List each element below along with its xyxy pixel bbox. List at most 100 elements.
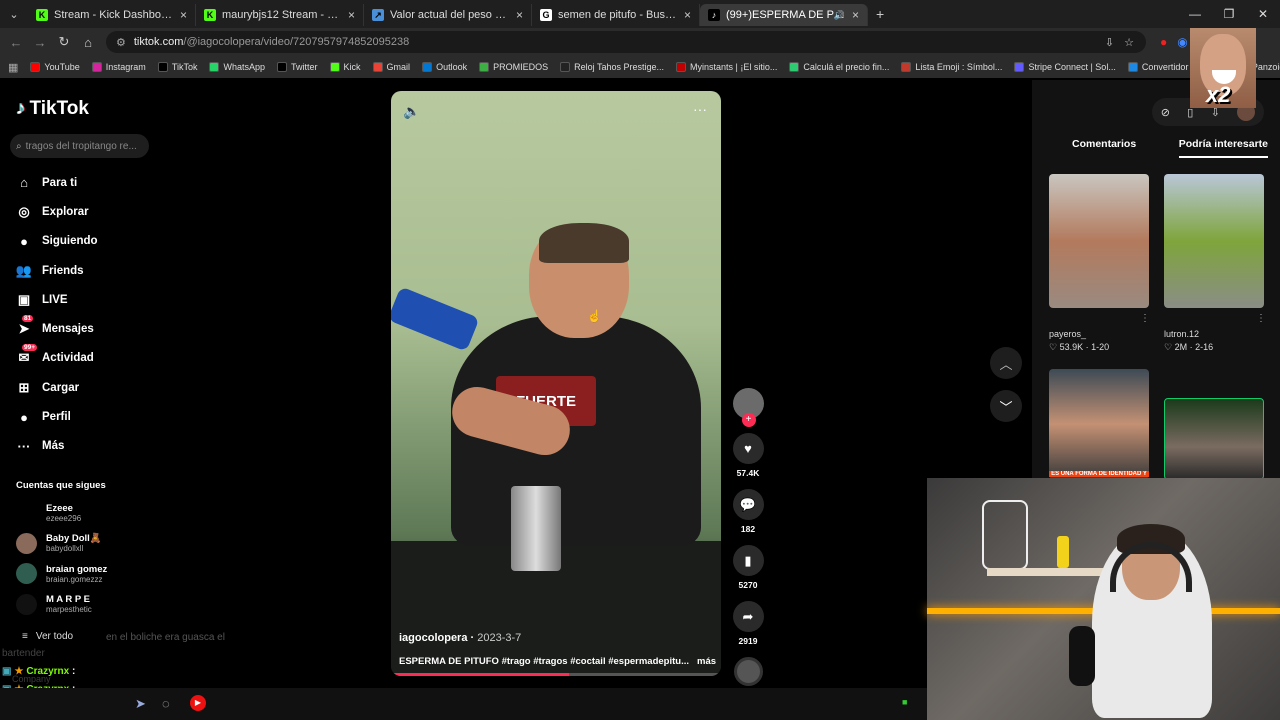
browser-tab[interactable]: Kmaurybjs12 Stream - Watch Live × — [196, 4, 364, 26]
more-link[interactable]: más — [697, 656, 716, 667]
bookmark-item[interactable]: Instagram — [91, 62, 146, 72]
author-avatar[interactable]: + — [732, 388, 764, 427]
extension-blue-icon[interactable]: ◉ — [1177, 35, 1187, 50]
home-button[interactable]: ⌂ — [76, 35, 100, 50]
apps-grid-icon[interactable]: ▦ — [8, 61, 18, 74]
bookmark-item[interactable]: Outlook — [422, 62, 467, 72]
close-window-button[interactable]: ✕ — [1246, 7, 1280, 21]
bookmark-favicon-icon — [422, 62, 433, 72]
bookmark-item[interactable]: Stripe Connect | Sol... — [1014, 62, 1116, 72]
tab-suggested[interactable]: Podría interesarte — [1178, 138, 1268, 158]
bookmark-item[interactable]: Lista Emoji : Símbol... — [901, 62, 1002, 72]
nav-item[interactable]: ➤ 81 Mensajes — [16, 314, 98, 343]
forward-button[interactable]: → — [28, 35, 52, 50]
nav-item[interactable]: 👥 Friends — [16, 256, 98, 285]
previous-video-button[interactable]: ︿ — [990, 347, 1022, 379]
bookmark-item[interactable]: Reloj Tahos Prestige... — [560, 62, 664, 72]
browser-tab[interactable]: Gsemen de pitufo - Buscar con G × — [532, 4, 700, 26]
tab-close-icon[interactable]: × — [684, 8, 691, 22]
nav-label: LIVE — [42, 293, 68, 306]
like-button[interactable]: ♥ — [732, 433, 764, 464]
tiktok-logo[interactable]: ♪ TikTok — [16, 98, 89, 120]
bookmark-item[interactable]: WhatsApp — [209, 62, 265, 72]
bookmark-item[interactable]: Calculá el precio fin... — [789, 62, 889, 72]
followed-account[interactable]: M A R P Emarpesthetic — [16, 593, 92, 615]
next-video-button[interactable]: ﹀ — [990, 390, 1022, 422]
bookmark-item[interactable]: Twitter — [277, 62, 318, 72]
tab-close-icon[interactable]: × — [852, 8, 859, 22]
reload-button[interactable]: ↻ — [52, 34, 76, 50]
search-input[interactable]: ⌕ tragos del tropitango re... — [10, 134, 149, 158]
tab-comments[interactable]: Comentarios — [1072, 138, 1136, 158]
bookmark-item[interactable]: YouTube — [30, 62, 80, 72]
video-player[interactable]: FUERTE 🔈 ··· ☝ iagocolopera · 2023-3-7 E… — [391, 91, 721, 676]
tab-close-icon[interactable]: × — [516, 8, 523, 22]
following-avatar-icon: ● — [20, 233, 28, 249]
volume-icon[interactable]: 🔈 — [403, 103, 420, 120]
bookmark-item[interactable]: TikTok — [157, 62, 197, 72]
video-author[interactable]: iagocolopera · 2023-3-7 — [399, 632, 521, 644]
followed-account[interactable]: Ezeee ezeee296 — [16, 502, 81, 523]
more-options-icon[interactable]: ⋮ — [1256, 313, 1266, 324]
suggested-user[interactable]: payeros_ — [1049, 328, 1109, 341]
url-input[interactable]: ⚙ tiktok.com/@iagocolopera/video/7207957… — [106, 31, 1146, 53]
webcam-feed — [927, 478, 1280, 720]
nav-item[interactable]: ⊞ Cargar — [16, 373, 98, 402]
minimize-button[interactable]: — — [1178, 7, 1212, 21]
see-all-label: Ver todo — [35, 631, 74, 642]
bookmark-label: PROMIEDOS — [493, 62, 549, 72]
bookmark-star-icon[interactable]: ☆ — [1124, 36, 1134, 49]
suggested-thumb[interactable] — [1164, 174, 1264, 308]
back-button[interactable]: ← — [4, 35, 28, 50]
profile-avatar-icon: ● — [20, 409, 28, 425]
nav-item[interactable]: ● Perfil — [16, 402, 98, 431]
nav-item[interactable]: ··· Más — [16, 432, 98, 461]
nav-label: Más — [42, 440, 65, 453]
extension-red-icon[interactable]: ● — [1160, 35, 1167, 50]
taskbar-app-icon[interactable]: ➤ — [135, 696, 146, 712]
bookmark-item[interactable]: PROMIEDOS — [479, 62, 548, 72]
save-button[interactable]: ▮ — [732, 545, 764, 576]
tab-close-icon[interactable]: × — [180, 8, 187, 22]
tab-audio-icon[interactable]: 🔊 — [834, 10, 845, 21]
browser-tab[interactable]: ↗ Valor actual del peso argentino × — [364, 4, 532, 26]
tray-icon[interactable]: ■ — [902, 697, 907, 707]
comment-button[interactable]: 💬 — [732, 489, 764, 520]
more-options-icon[interactable]: ⋮ — [1140, 313, 1150, 324]
suggested-thumb[interactable] — [1049, 174, 1149, 308]
nav-item[interactable]: ◎ Explorar — [16, 197, 98, 226]
bookmark-label: Kick — [343, 62, 361, 72]
browser-tab[interactable]: K Stream - Kick Dashboard × — [28, 4, 196, 26]
nav-item[interactable]: ● Siguiendo — [16, 227, 98, 256]
suggested-user[interactable]: lutron.12 — [1164, 328, 1213, 341]
url-path: /@iagocolopera/video/7207957974852095238 — [183, 36, 410, 48]
nav-item[interactable]: ⌂ Para ti — [16, 168, 98, 197]
tab-close-icon[interactable]: × — [348, 8, 355, 22]
maximize-button[interactable]: ❐ — [1212, 7, 1246, 21]
nav-item[interactable]: ✉ 99+ Actividad — [16, 344, 98, 373]
see-all-link[interactable]: ≡ Ver todo — [22, 631, 73, 642]
compass-icon[interactable]: ⊘ — [1161, 106, 1170, 119]
new-tab-button[interactable]: + — [876, 6, 884, 22]
follow-plus-icon[interactable]: + — [741, 413, 756, 427]
bookmark-item[interactable]: Gmail — [372, 62, 410, 72]
account-handle: braian.gomezzz — [46, 574, 103, 584]
followed-account[interactable]: braian gomez braian.gomezzz — [16, 563, 107, 584]
sound-avatar[interactable] — [733, 657, 763, 686]
suggested-thumb[interactable] — [1164, 398, 1264, 480]
logo-text: TikTok — [29, 98, 89, 119]
nav-item[interactable]: ▣ LIVE — [16, 285, 98, 314]
browser-tab[interactable]: ♪ (99+)ESPERMA DE PITUFO🔊 × — [700, 4, 868, 26]
bookmark-item[interactable]: Myinstants | ¡El sitio... — [676, 62, 777, 72]
youtube-taskbar-icon[interactable]: ▶ — [190, 695, 206, 711]
followed-account[interactable]: Baby Doll🧸 babydollxll — [16, 532, 102, 554]
install-icon[interactable]: ⇩ — [1105, 36, 1114, 49]
suggested-thumb[interactable]: ES UNA FORMA DE IDENTIDAD Y — [1049, 369, 1149, 479]
tab-list-icon[interactable]: ⌄ — [0, 8, 28, 21]
more-options-icon[interactable]: ··· — [693, 101, 707, 117]
bookmark-item[interactable]: Kick — [329, 62, 361, 72]
taskbar-app-icon[interactable]: ◌ — [162, 696, 170, 711]
share-button[interactable]: ➦ — [732, 601, 764, 632]
site-info-icon[interactable]: ⚙ — [116, 36, 126, 49]
video-progress-bar[interactable] — [391, 673, 721, 676]
